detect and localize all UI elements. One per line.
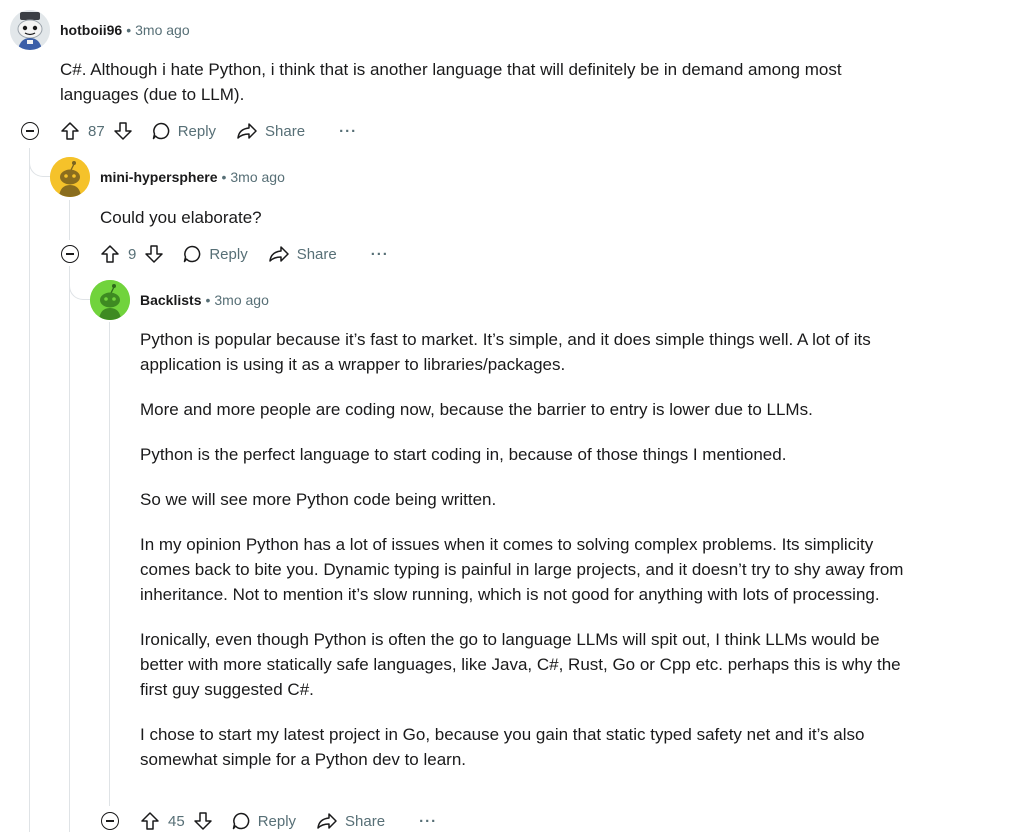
share-button[interactable]: Share — [236, 121, 305, 141]
share-label: Share — [345, 812, 386, 830]
comment-paragraph: So we will see more Python code being wr… — [140, 490, 497, 509]
comment-bubble-icon — [232, 812, 249, 830]
share-arrow-icon — [317, 813, 337, 829]
share-label: Share — [296, 245, 337, 263]
timestamp[interactable]: 3mo ago — [214, 292, 268, 308]
comment-paragraph: More and more people are coding now, bec… — [140, 400, 813, 419]
more-options-button[interactable]: ··· — [371, 246, 389, 263]
avatar[interactable] — [90, 280, 130, 320]
meta-separator: • — [221, 169, 227, 185]
comment-body: C#. Although i hate Python, i think that… — [60, 57, 920, 107]
comment-paragraph: I chose to start my latest project in Go… — [140, 725, 865, 769]
reddit-snoo-green-avatar-icon — [90, 280, 130, 320]
vote-count: 45 — [168, 812, 185, 830]
meta-separator: • — [205, 292, 211, 308]
reply-label: Reply — [209, 245, 248, 263]
vote-group: 9 — [100, 244, 164, 264]
thread-connector — [69, 272, 90, 300]
comment-meta: hotboii96 • 3mo ago — [60, 20, 190, 40]
thread-line-level-3 — [109, 322, 110, 806]
share-label: Share — [265, 122, 306, 140]
comment-paragraph: Could you elaborate? — [100, 208, 262, 227]
share-arrow-icon — [237, 123, 257, 139]
comment-body: Could you elaborate? — [100, 205, 920, 230]
timestamp[interactable]: 3mo ago — [230, 169, 284, 185]
avatar[interactable] — [10, 10, 50, 50]
comment-meta: mini-hypersphere • 3mo ago — [100, 167, 285, 187]
reply-button[interactable]: Reply — [151, 121, 216, 141]
more-options-button[interactable]: ··· — [339, 123, 357, 140]
username[interactable]: mini-hypersphere — [100, 169, 217, 185]
meta-separator: • — [126, 22, 132, 38]
username[interactable]: hotboii96 — [60, 22, 122, 38]
collapse-thread-button[interactable] — [21, 122, 39, 140]
comment-actions: 9 Reply Share ··· — [100, 241, 389, 267]
share-button[interactable]: Share — [316, 811, 385, 831]
downvote-arrow-icon[interactable] — [193, 811, 213, 831]
comment-actions: 45 Reply Share ··· — [140, 808, 437, 834]
thread-line-level-1 — [29, 148, 30, 832]
share-arrow-icon — [268, 246, 289, 262]
reply-button[interactable]: Reply — [182, 244, 248, 264]
thread-line-level-2 — [69, 266, 70, 832]
collapse-thread-button[interactable] — [61, 245, 79, 263]
comment-paragraph: In my opinion Python has a lot of issues… — [140, 535, 904, 604]
downvote-arrow-icon[interactable] — [113, 121, 133, 141]
reddit-snoo-yellow-avatar-icon — [50, 157, 90, 197]
more-options-button[interactable]: ··· — [419, 813, 437, 830]
comment-meta: Backlists • 3mo ago — [140, 290, 269, 310]
upvote-arrow-icon[interactable] — [100, 244, 120, 264]
collapse-thread-button[interactable] — [101, 812, 119, 830]
reply-label: Reply — [177, 122, 217, 140]
share-button[interactable]: Share — [268, 244, 337, 264]
thread-connector — [29, 150, 50, 177]
timestamp[interactable]: 3mo ago — [135, 22, 189, 38]
comment-actions: 87 Reply Share ··· — [60, 118, 357, 144]
avatar[interactable] — [50, 157, 90, 197]
comment-paragraph: Ironically, even though Python is often … — [140, 630, 901, 699]
username[interactable]: Backlists — [140, 292, 201, 308]
comment-body: Python is popular because it’s fast to m… — [140, 327, 920, 772]
more-options-icon: ··· — [339, 122, 358, 140]
comment-bubble-icon — [184, 245, 201, 263]
vote-count: 9 — [128, 245, 137, 263]
upvote-arrow-icon[interactable] — [140, 811, 160, 831]
reddit-snoo-astronaut-avatar-icon — [10, 10, 50, 50]
comment-paragraph: Python is the perfect language to start … — [140, 445, 787, 464]
reply-label: Reply — [257, 812, 297, 830]
upvote-arrow-icon[interactable] — [60, 121, 80, 141]
vote-count: 87 — [88, 122, 105, 140]
comment-bubble-icon — [152, 122, 169, 140]
vote-group: 87 — [60, 121, 133, 141]
downvote-arrow-icon[interactable] — [144, 244, 164, 264]
reply-button[interactable]: Reply — [231, 811, 296, 831]
comment-paragraph: C#. Although i hate Python, i think that… — [60, 60, 842, 104]
comment-paragraph: Python is popular because it’s fast to m… — [140, 330, 871, 374]
more-options-icon: ··· — [370, 245, 389, 263]
vote-group: 45 — [140, 811, 213, 831]
thread-line-level-2 — [69, 200, 70, 240]
more-options-icon: ··· — [419, 812, 438, 830]
